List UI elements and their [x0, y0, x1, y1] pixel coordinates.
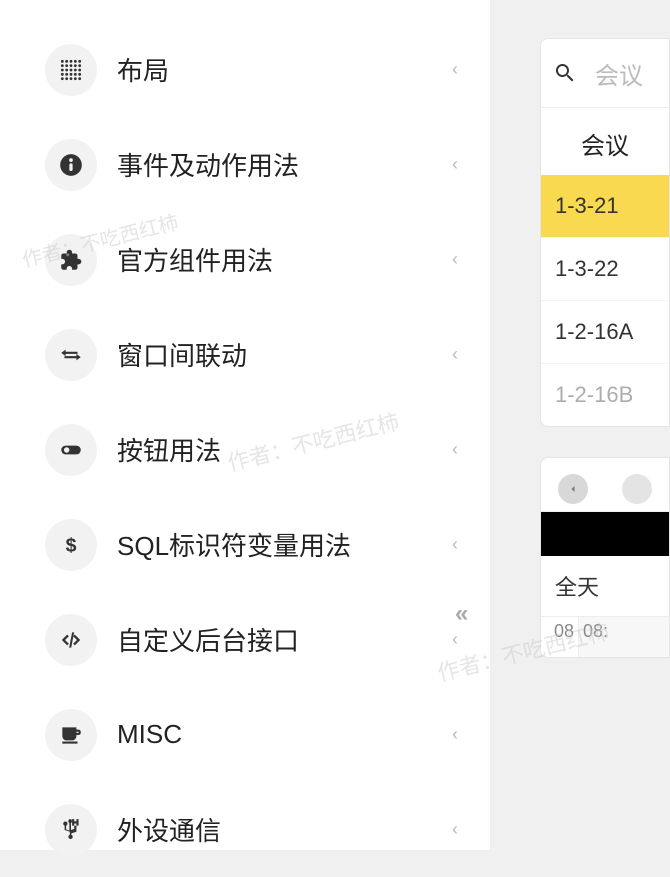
- code-icon: [45, 614, 97, 666]
- nav-item-misc[interactable]: MISC ‹: [0, 687, 490, 782]
- chevron-left-icon: ‹: [452, 59, 458, 80]
- swap-icon: [45, 329, 97, 381]
- sidebar: 布局 ‹ 事件及动作用法 ‹ 官方组件用法 ‹ 窗口间联动 ‹ 按钮用法 ‹ $: [0, 0, 490, 850]
- nav-item-custom-api[interactable]: 自定义后台接口 ‹: [0, 592, 490, 687]
- info-icon: [45, 139, 97, 191]
- nav-label: 窗口间联动: [117, 336, 452, 373]
- grid-icon: [45, 44, 97, 96]
- header-bar: [541, 512, 669, 556]
- next-button[interactable]: [622, 474, 652, 504]
- chevron-left-icon: ‹: [452, 439, 458, 460]
- puzzle-icon: [45, 234, 97, 286]
- rooms-header: 会议: [541, 107, 669, 175]
- nav-label: 按钮用法: [117, 431, 452, 468]
- nav-item-peripheral[interactable]: 外设通信 ‹: [0, 782, 490, 877]
- rooms-card: 会议 会议 1-3-21 1-3-22 1-2-16A 1-2-16B: [540, 38, 670, 427]
- room-item[interactable]: 1-2-16A: [541, 301, 669, 364]
- nav-label: 自定义后台接口: [117, 621, 452, 658]
- right-panel: 会议 会议 1-3-21 1-3-22 1-2-16A 1-2-16B 全天 0…: [540, 0, 670, 850]
- svg-text:$: $: [66, 534, 77, 556]
- search-placeholder: 会议: [595, 56, 643, 91]
- nav-item-layout[interactable]: 布局 ‹: [0, 22, 490, 117]
- toggle-icon: [45, 424, 97, 476]
- nav-label: 官方组件用法: [117, 241, 452, 278]
- search-row[interactable]: 会议: [541, 39, 669, 107]
- chevron-left-icon: ‹: [452, 249, 458, 270]
- nav-label: 事件及动作用法: [117, 146, 452, 183]
- hour-label: 08:: [579, 617, 669, 657]
- search-icon: [553, 61, 577, 85]
- chevron-left-icon: ‹: [452, 534, 458, 555]
- nav-item-events[interactable]: 事件及动作用法 ‹: [0, 117, 490, 212]
- timeline-card: 全天 08 08:: [540, 457, 670, 658]
- nav-arrows: [541, 458, 669, 512]
- nav-item-button[interactable]: 按钮用法 ‹: [0, 402, 490, 497]
- chevron-left-icon: ‹: [452, 154, 458, 175]
- dollar-icon: $: [45, 519, 97, 571]
- nav-label: MISC: [117, 719, 452, 750]
- allday-row[interactable]: 全天: [541, 556, 669, 617]
- nav-item-components[interactable]: 官方组件用法 ‹: [0, 212, 490, 307]
- nav-item-sql[interactable]: $ SQL标识符变量用法 ‹: [0, 497, 490, 592]
- room-item[interactable]: 1-3-21: [541, 175, 669, 238]
- chevron-left-icon: ‹: [452, 629, 458, 650]
- room-item[interactable]: 1-3-22: [541, 238, 669, 301]
- chevron-left-icon: ‹: [452, 724, 458, 745]
- nav-label: SQL标识符变量用法: [117, 526, 452, 563]
- chevron-left-icon: ‹: [452, 819, 458, 840]
- hour-label: 08: [541, 617, 579, 657]
- nav-item-window-link[interactable]: 窗口间联动 ‹: [0, 307, 490, 402]
- usb-icon: [45, 804, 97, 856]
- collapse-button[interactable]: «: [455, 600, 468, 628]
- room-item[interactable]: 1-2-16B: [541, 364, 669, 426]
- chevron-left-icon: ‹: [452, 344, 458, 365]
- nav-label: 布局: [117, 51, 452, 88]
- time-row: 08 08:: [541, 617, 669, 657]
- prev-button[interactable]: [558, 474, 588, 504]
- nav-label: 外设通信: [117, 811, 452, 848]
- coffee-icon: [45, 709, 97, 761]
